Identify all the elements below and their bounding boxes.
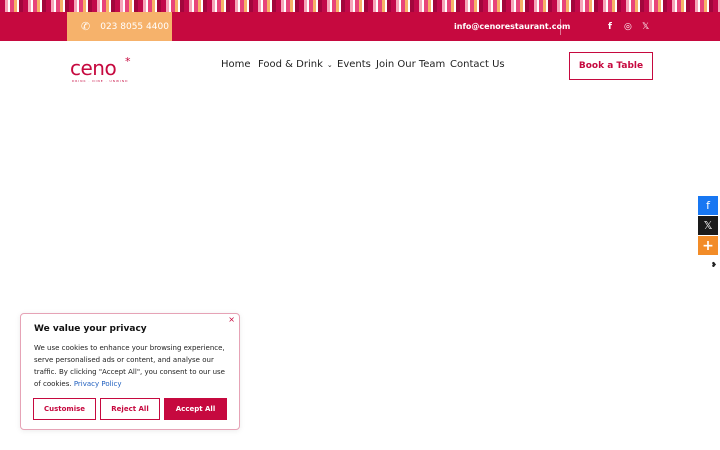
- nav-item-label: Food & Drink: [258, 59, 323, 70]
- nav-item-contact-us[interactable]: Contact Us: [450, 59, 505, 70]
- nav-item-food-drink[interactable]: Food & Drink ⌄: [258, 59, 333, 70]
- share-bar-hide-icon[interactable]: ❥: [711, 261, 717, 269]
- instagram-icon[interactable]: ◎: [624, 12, 632, 41]
- share-more-icon[interactable]: +: [698, 236, 718, 255]
- cookie-title: We value your privacy: [34, 324, 147, 334]
- close-icon[interactable]: ×: [228, 315, 235, 324]
- email-link[interactable]: info@cenorestaurant.com: [454, 12, 570, 41]
- nav-item-join-our-team[interactable]: Join Our Team: [376, 59, 445, 70]
- privacy-policy-link[interactable]: Privacy Policy: [74, 380, 122, 388]
- accept-all-button[interactable]: Accept All: [164, 398, 227, 420]
- decorative-stripe-border: [0, 0, 720, 12]
- phone-link[interactable]: ✆ 023 8055 4400: [67, 12, 172, 41]
- phone-number: 023 8055 4400: [100, 21, 169, 32]
- cookie-text: We use cookies to enhance your browsing …: [34, 344, 225, 388]
- share-x-icon[interactable]: 𝕏: [698, 216, 718, 235]
- nav-item-events[interactable]: Events: [337, 59, 371, 70]
- phone-icon: ✆: [81, 20, 91, 33]
- customise-button[interactable]: Customise: [33, 398, 96, 420]
- cookie-description: We use cookies to enhance your browsing …: [34, 342, 230, 390]
- topbar-divider: [560, 19, 561, 35]
- facebook-icon[interactable]: f: [608, 12, 612, 41]
- cookie-consent-banner: × We value your privacy We use cookies t…: [20, 313, 240, 430]
- book-a-table-button[interactable]: Book a Table: [569, 52, 653, 80]
- reject-all-button[interactable]: Reject All: [100, 398, 160, 420]
- logo-tagline: DRINK · DINE · UNWIND: [72, 79, 129, 83]
- nav-item-home[interactable]: Home: [221, 59, 251, 70]
- x-icon[interactable]: 𝕏: [642, 12, 649, 41]
- share-facebook-icon[interactable]: f: [698, 196, 718, 215]
- chevron-down-icon: ⌄: [326, 61, 333, 69]
